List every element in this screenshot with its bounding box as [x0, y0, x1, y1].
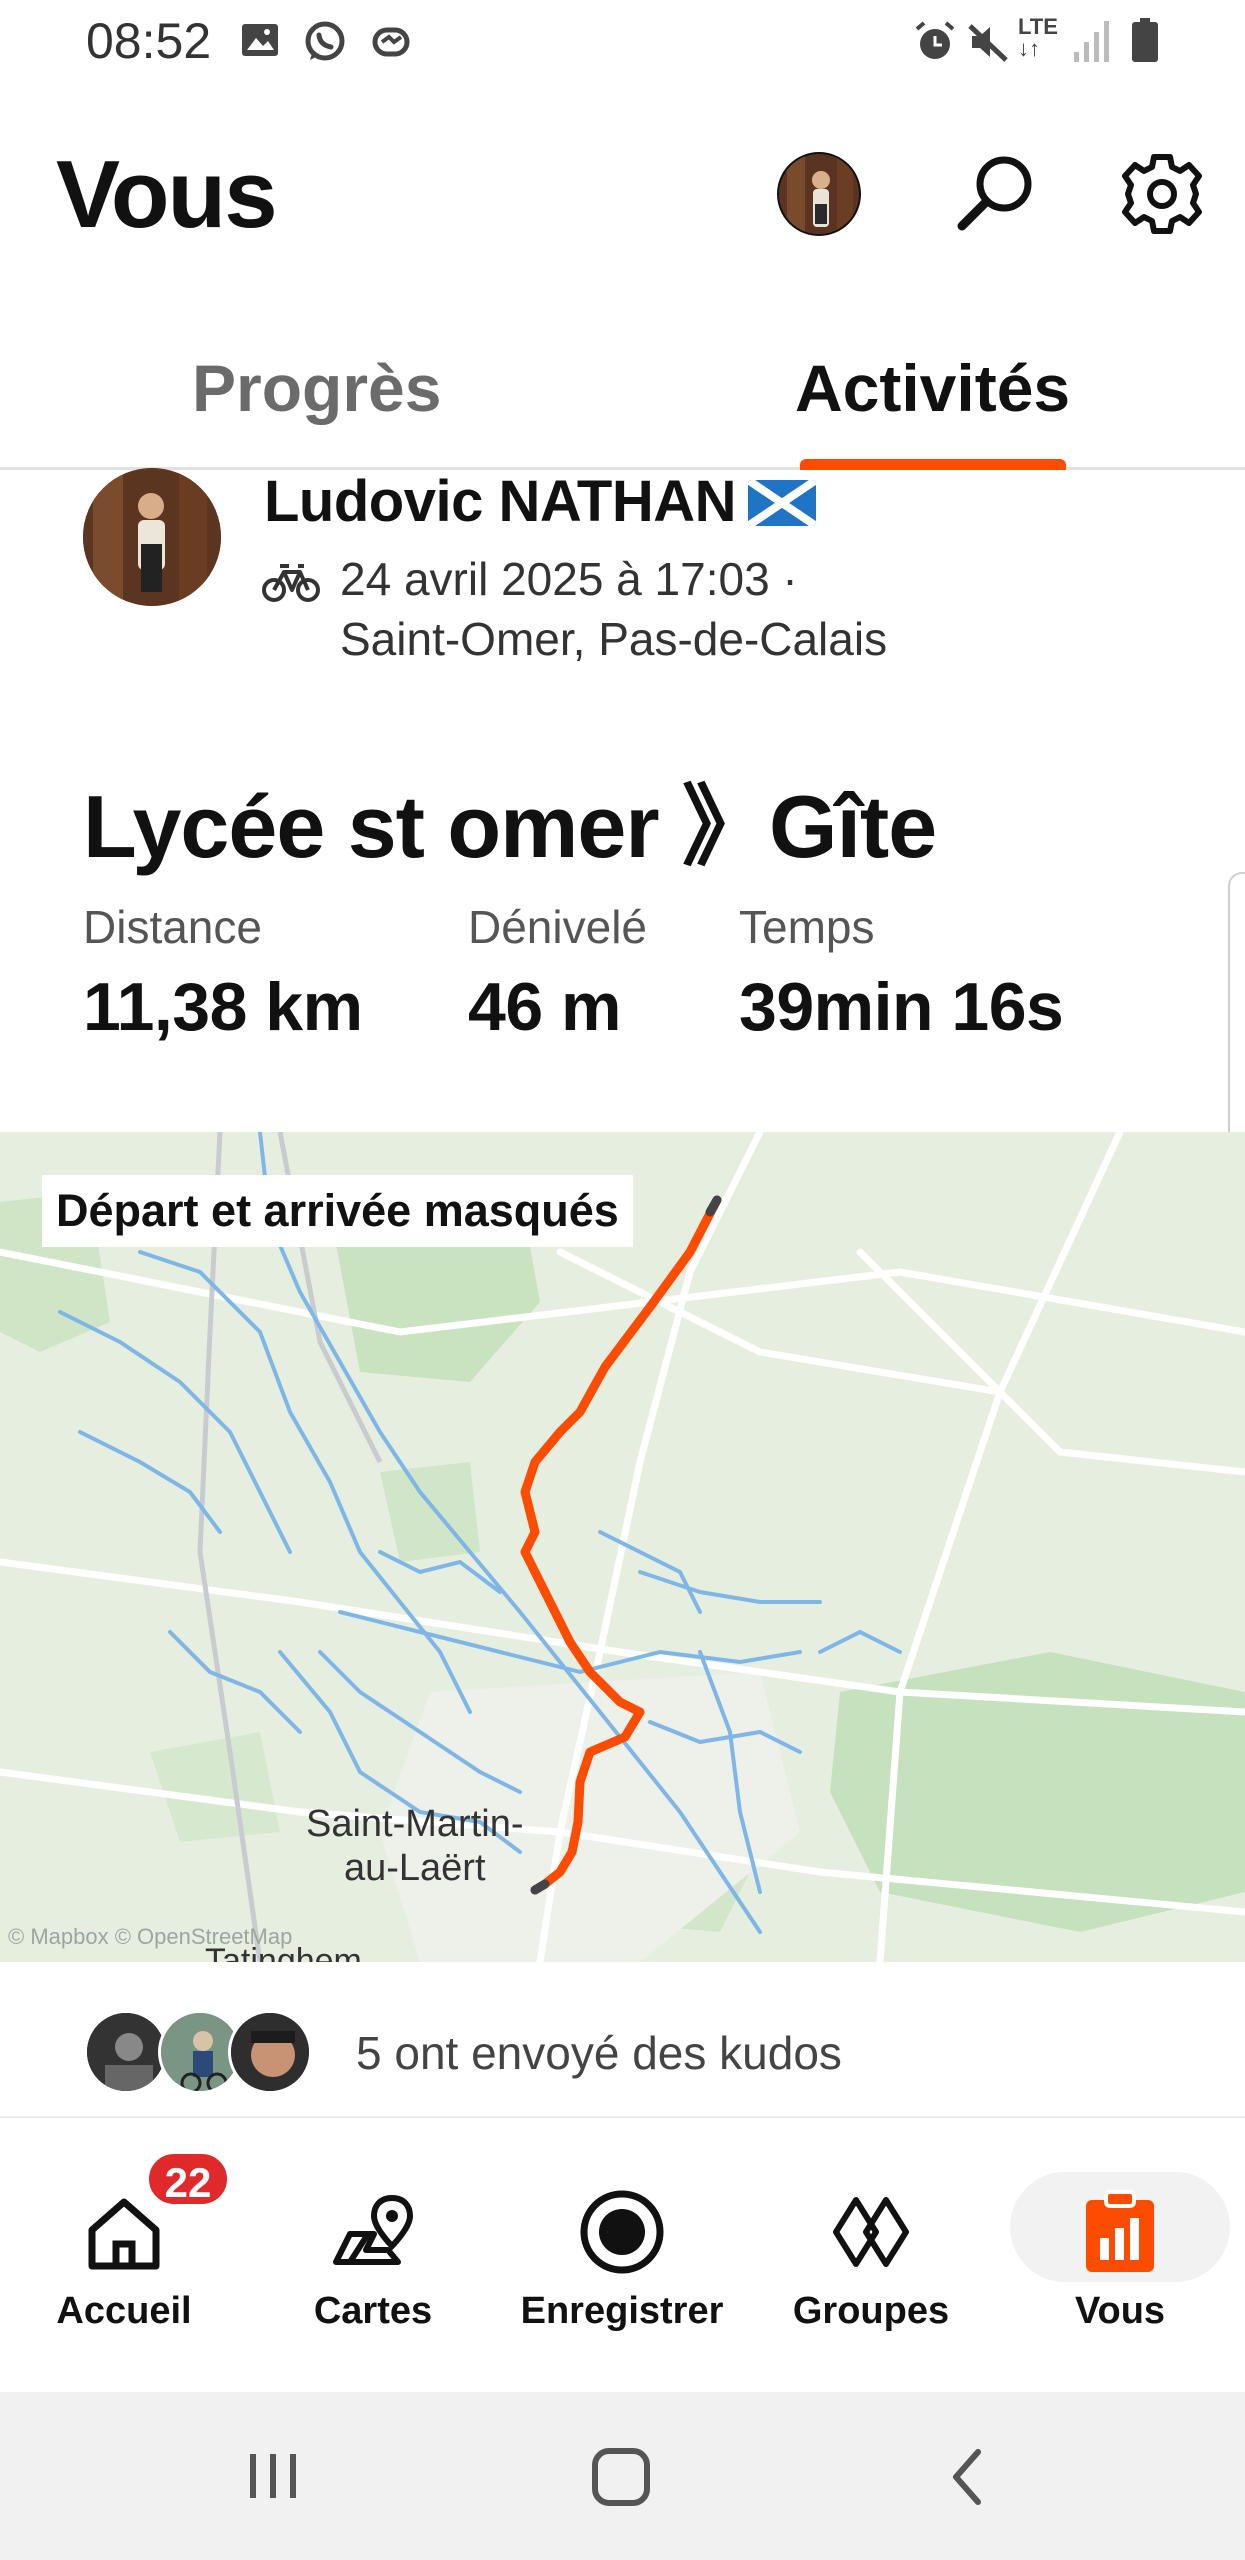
lte-arrows: ↓↑ [1018, 36, 1040, 61]
search-button[interactable] [950, 148, 1042, 240]
gallery-icon [242, 24, 278, 56]
kudo-avatar-3 [228, 2010, 312, 2094]
signal-icon [1074, 21, 1109, 62]
privacy-badge: Départ et arrivée masqués [42, 1175, 633, 1247]
kudos-text[interactable]: 5 ont envoyé des kudos [356, 2026, 842, 2080]
nav-enregistrer[interactable]: Enregistrer [507, 2160, 737, 2340]
home-button-icon[interactable] [590, 2446, 652, 2508]
status-bar: 08:52 LTE ↓↑ [0, 0, 1245, 90]
whatsapp-icon [305, 21, 345, 61]
stat-elevation-value: 46 m [468, 969, 622, 1045]
tab-activites[interactable]: Activités [795, 350, 1070, 426]
athlete-avatar-image [83, 468, 221, 606]
map-town-label-1: Saint-Martin- au-Laërt [306, 1802, 524, 1890]
nav-label-groupes: Groupes [792, 2290, 950, 2332]
bike-icon [262, 564, 320, 602]
recents-icon[interactable] [244, 2446, 304, 2506]
map-town-label-1-text: Saint-Martin- au-Laërt [306, 1803, 524, 1889]
active-tab-indicator [800, 459, 1066, 470]
battery-icon [1132, 18, 1158, 62]
gear-icon [1122, 154, 1202, 234]
stat-distance-label: Distance [83, 901, 262, 953]
activity-title[interactable]: Lycée st omer 》Gîte [83, 756, 937, 883]
back-icon[interactable] [948, 2446, 988, 2508]
activity-date: 24 avril 2025 à 17:03 · [340, 553, 798, 605]
notification-badge: 22 [145, 2150, 231, 2208]
nav-cartes[interactable]: Cartes [258, 2160, 488, 2340]
page-title: Vous [56, 141, 278, 248]
status-time: 08:52 [86, 13, 212, 69]
map-icon [323, 2182, 423, 2282]
nav-label-accueil: Accueil [56, 2290, 192, 2332]
tab-progres[interactable]: Progrès [192, 350, 441, 426]
stat-distance-value: 11,38 km [83, 969, 363, 1045]
mute-icon [968, 24, 1008, 62]
map-image [0, 1132, 1245, 1962]
you-icon [1070, 2182, 1170, 2282]
alarm-icon [915, 21, 955, 59]
search-icon [957, 156, 1032, 231]
athlete-name[interactable]: Ludovic NATHAN [264, 468, 737, 535]
activity-location: Saint-Omer, Pas-de-Calais [340, 613, 888, 665]
stat-time-label: Temps [739, 901, 875, 953]
kudo-avatar-1 [84, 2010, 168, 2094]
tab-bar: Progrès Activités [0, 330, 1245, 470]
record-icon [572, 2182, 672, 2282]
settings-button[interactable] [1116, 148, 1208, 240]
nav-label-enregistrer: Enregistrer [520, 2290, 724, 2332]
profile-avatar[interactable] [777, 152, 861, 236]
profile-avatar-image [779, 154, 859, 234]
system-nav-bar [0, 2392, 1245, 2560]
stat-time-value: 39min 16s [739, 969, 1064, 1045]
nav-groupes[interactable]: Groupes [756, 2160, 986, 2340]
stat-elevation-label: Dénivelé [468, 901, 647, 953]
activity-map[interactable] [0, 1132, 1245, 1962]
athlete-avatar[interactable] [83, 468, 221, 606]
nav-label-vous: Vous [1074, 2290, 1166, 2332]
scotland-flag [748, 480, 816, 526]
saltire [748, 480, 816, 526]
nav-label-cartes: Cartes [313, 2290, 433, 2332]
messenger-icon [372, 27, 410, 57]
nav-vous[interactable]: Vous [1005, 2160, 1235, 2340]
groups-icon [821, 2182, 921, 2282]
lte-icon: LTE ↓↑ [1018, 16, 1062, 66]
map-attribution[interactable]: © Mapbox © OpenStreetMap [8, 1924, 292, 1950]
